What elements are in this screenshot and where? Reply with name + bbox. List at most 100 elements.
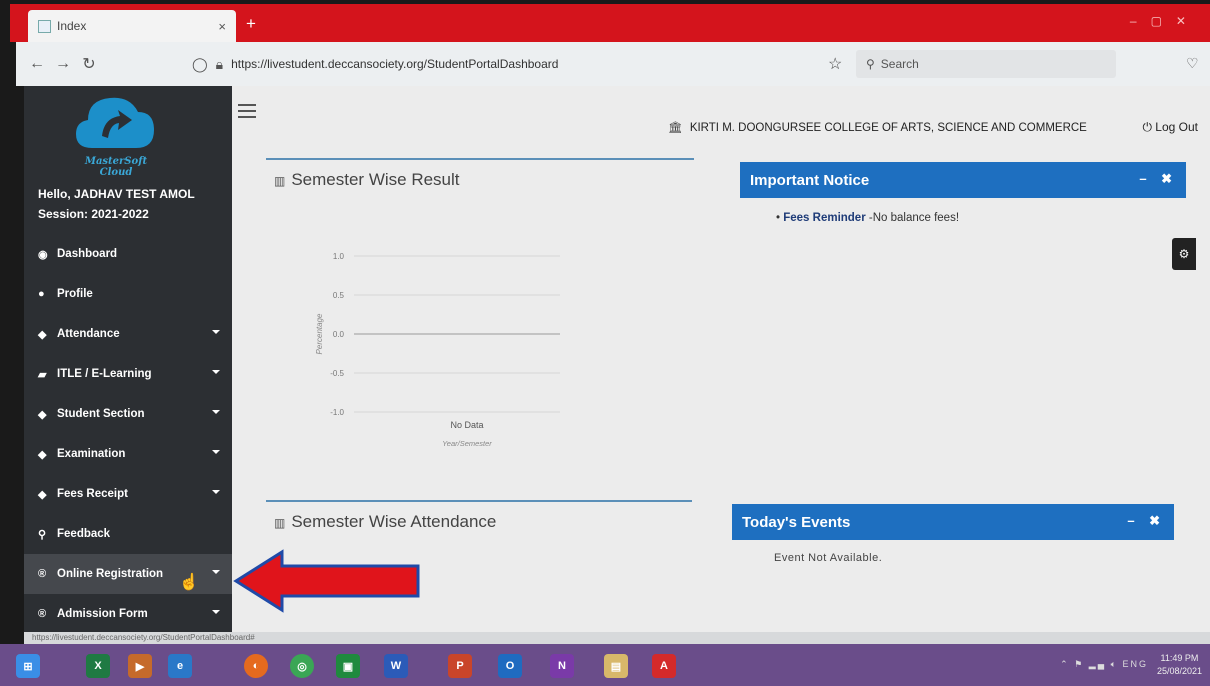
college-name: 🏛︎ KIRTI M. DOONGURSEE COLLEGE OF ARTS, … [668, 120, 1087, 134]
sidebar-item-itle-e-learning[interactable]: ▰ ITLE / E-Learning [24, 354, 232, 394]
clock-time: 11:49 PM [1160, 653, 1199, 663]
sidebar-item-profile[interactable]: ● Profile [24, 274, 232, 314]
new-tab-button[interactable]: + [246, 14, 256, 34]
bar-chart-icon: ▥ [274, 174, 286, 188]
user-info: Hello, JADHAV TEST AMOL Session: 2021-20… [38, 184, 195, 224]
store-icon[interactable]: ▣ [336, 654, 360, 678]
chevron-down-icon [212, 490, 220, 494]
search-icon: ⚲ [38, 528, 47, 541]
chrome-icon[interactable]: ◎ [290, 654, 314, 678]
shield-icon: ◯ [192, 55, 208, 72]
sidebar-item-label: Examination [57, 448, 126, 460]
events-controls: – ✖ [1127, 513, 1160, 529]
diamond-icon: ◆ [38, 448, 47, 461]
sidebar-item-admission-form[interactable]: ® Admission Form [24, 594, 232, 634]
excel-icon[interactable]: X [86, 654, 110, 678]
sidebar-menu: ◉ Dashboard ● Profile ◆ Attendance ▰ ITLE / E-L… [24, 234, 232, 634]
language-indicator: ENG [1122, 659, 1148, 669]
sidebar-item-attendance[interactable]: ◆ Attendance [24, 314, 232, 354]
todays-events-header: Today's Events – ✖ [732, 504, 1174, 540]
sidebar-item-label: Admission Form [57, 608, 148, 620]
system-tray[interactable]: ⌃ ⚑ ▂▄ 🔈︎ ENG [1060, 659, 1148, 670]
sidebar-item-label: Dashboard [57, 248, 118, 260]
sidebar-item-dashboard[interactable]: ◉ Dashboard [24, 234, 232, 274]
back-icon[interactable]: ← [24, 55, 50, 73]
close-icon[interactable]: ✖ [1149, 513, 1160, 528]
internet-explorer-icon[interactable]: e [168, 654, 192, 678]
sidebar-item-examination[interactable]: ◆ Examination [24, 434, 232, 474]
page-header: 🏛︎ KIRTI M. DOONGURSEE COLLEGE OF ARTS, … [232, 86, 1210, 146]
media-icon[interactable]: ▶ [128, 654, 152, 678]
logout-button[interactable]: ⏻ Log Out [1142, 120, 1198, 135]
chevron-down-icon [212, 450, 220, 454]
greeting: Hello, JADHAV TEST AMOL [38, 187, 195, 201]
todays-events-title: Today's Events [742, 513, 851, 531]
profile-icon: ● [38, 288, 45, 300]
sidebar-item-label: Feedback [57, 528, 111, 540]
diamond-icon: ◆ [38, 408, 47, 421]
favicon-icon [38, 19, 51, 33]
college-name-text: KIRTI M. DOONGURSEE COLLEGE OF ARTS, SCI… [689, 122, 1087, 134]
outlook-icon[interactable]: O [498, 654, 522, 678]
sidebar-item-student-section[interactable]: ◆ Student Section [24, 394, 232, 434]
sidebar: MasterSoft Cloud Hello, JADHAV TEST AMOL… [24, 86, 232, 632]
y-tick-label: 1.0 [333, 252, 345, 261]
onenote-icon[interactable]: N [550, 654, 574, 678]
logout-label: Log Out [1155, 120, 1198, 134]
sidebar-item-label: ITLE / E-Learning [57, 368, 152, 380]
firefox-icon[interactable]: ◐ [244, 654, 268, 678]
important-notice-title: Important Notice [750, 171, 870, 189]
important-notice-header: Important Notice – ✖ [740, 162, 1186, 198]
search-input[interactable]: ⚲ Search [856, 50, 1116, 78]
minimize-icon[interactable]: – [1127, 513, 1134, 528]
sidebar-item-fees-receipt[interactable]: ◆ Fees Receipt [24, 474, 232, 514]
notice-item-title[interactable]: Fees Reminder [783, 212, 865, 224]
pocket-icon[interactable]: ♡ [1186, 55, 1199, 72]
institution-icon: 🏛︎ [668, 122, 683, 134]
forward-icon[interactable]: → [50, 55, 76, 73]
page: MasterSoft Cloud Hello, JADHAV TEST AMOL… [24, 86, 1210, 632]
dashboard-icon: ◉ [38, 248, 48, 261]
y-tick-label: 0.5 [333, 291, 345, 300]
file-explorer-icon[interactable]: ▤ [604, 654, 628, 678]
lock-icon: 🔒︎ [215, 55, 224, 72]
chevron-down-icon [212, 370, 220, 374]
semester-result-title-text: Semester Wise Result [291, 170, 460, 189]
powerpoint-icon[interactable]: P [448, 654, 472, 678]
chevron-down-icon [212, 410, 220, 414]
mastersoft-logo-icon [76, 97, 154, 148]
word-icon[interactable]: W [384, 654, 408, 678]
y-tick-label: 0.0 [333, 330, 345, 339]
diamond-icon: ◆ [38, 328, 47, 341]
acrobat-icon[interactable]: A [652, 654, 676, 678]
hamburger-menu-icon[interactable] [238, 104, 256, 122]
graduation-cap-icon: ▰ [38, 368, 47, 381]
semester-result-title: ▥ Semester Wise Result [274, 170, 460, 190]
minimize-icon[interactable]: – [1139, 171, 1146, 186]
close-icon[interactable]: ✖ [1161, 171, 1172, 186]
sidebar-item-feedback[interactable]: ⚲ Feedback [24, 514, 232, 554]
tab-close-icon[interactable]: × [218, 19, 226, 34]
power-icon: ⏻ [1142, 120, 1152, 134]
sidebar-item-online-registration[interactable]: ® Online Registration ☝ [24, 554, 232, 594]
address-bar[interactable]: ◯ 🔒︎ https://livestudent.deccansociety.o… [192, 50, 812, 78]
bar-chart-icon: ▥ [274, 516, 286, 530]
hand-cursor-icon: ☝ [179, 574, 199, 591]
settings-gear-icon[interactable]: ⚙ [1172, 238, 1196, 270]
clock[interactable]: 11:49 PM 25/08/2021 [1157, 652, 1202, 678]
semester-attendance-title-text: Semester Wise Attendance [291, 512, 497, 531]
taskbar: ⊞ X ▶ e ◐ ◎ ▣ W P O N ▤ A ⌃ ⚑ ▂▄ 🔈︎ ENG … [0, 644, 1210, 686]
browser-tab-bar: Index × + –▢✕ [10, 4, 1210, 42]
url-text[interactable]: https://livestudent.deccansociety.org/St… [231, 57, 558, 71]
window-controls[interactable]: –▢✕ [1130, 14, 1200, 28]
bookmark-star-icon[interactable]: ☆ [828, 54, 842, 74]
chevron-down-icon [212, 610, 220, 614]
reload-icon[interactable]: ↻ [76, 54, 102, 74]
search-placeholder: Search [880, 57, 919, 71]
windows-start-icon[interactable]: ⊞ [16, 654, 40, 678]
clock-date: 25/08/2021 [1156, 666, 1202, 676]
y-tick-label: -0.5 [330, 369, 344, 378]
semester-attendance-title: ▥ Semester Wise Attendance [274, 512, 496, 532]
browser-tab[interactable]: Index × [28, 10, 236, 42]
chevron-down-icon [212, 570, 220, 574]
